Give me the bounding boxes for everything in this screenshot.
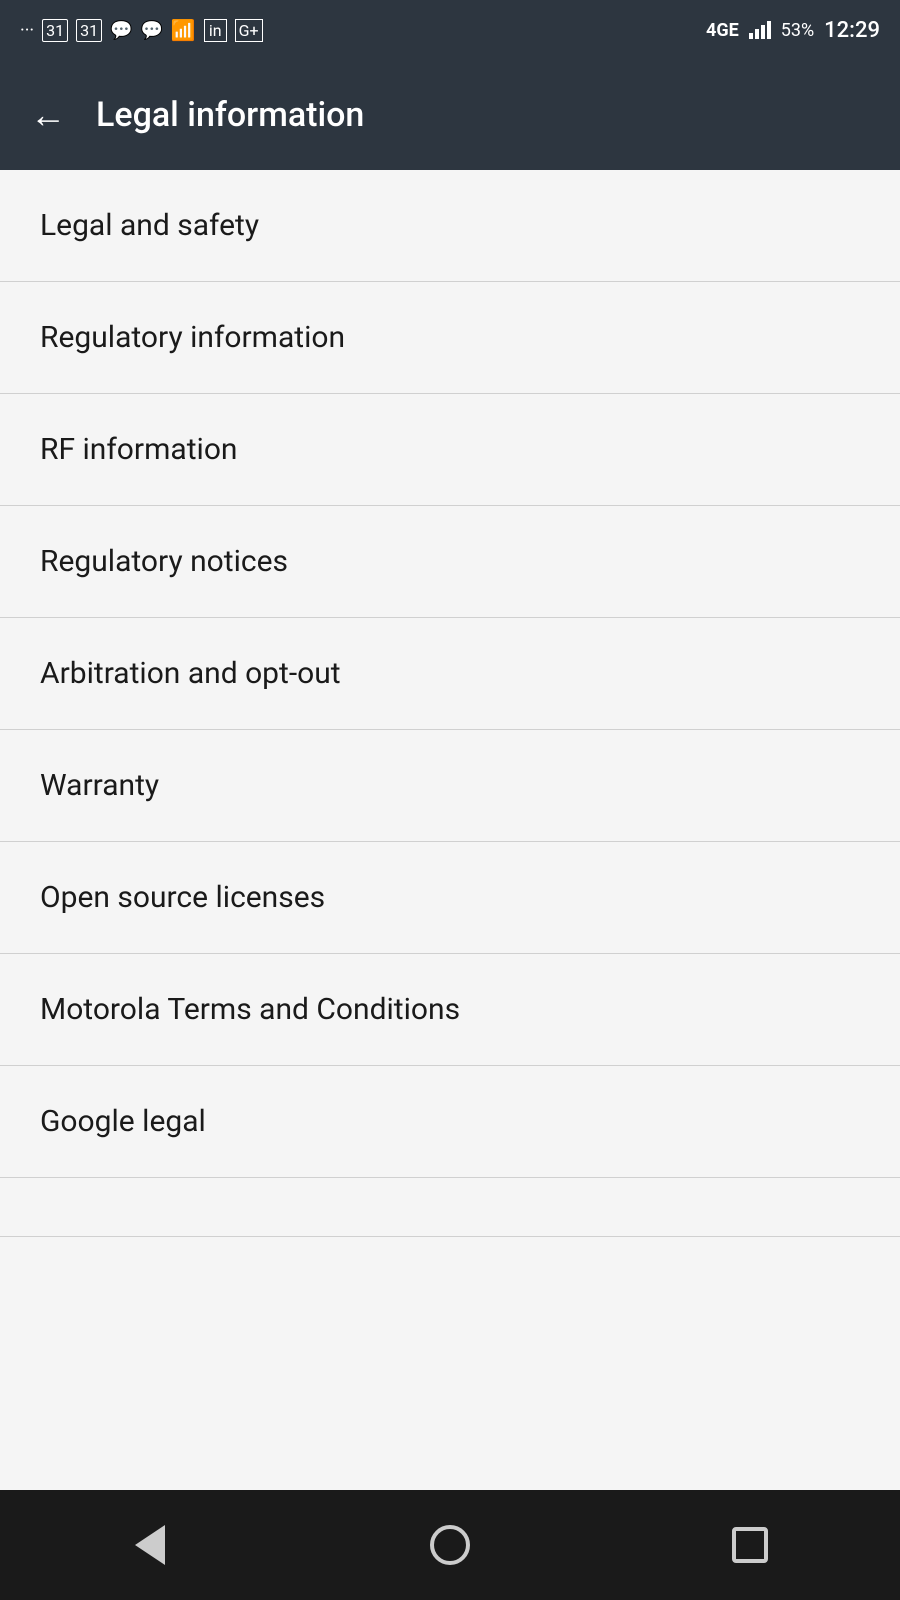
menu-item-label-regulatory-information: Regulatory information: [40, 320, 345, 355]
page-title: Legal information: [96, 95, 364, 135]
menu-item-label-google-legal: Google legal: [40, 1104, 206, 1139]
status-time: 12:29: [824, 18, 880, 43]
menu-item-label-arbitration-opt-out: Arbitration and opt-out: [40, 656, 341, 691]
menu-item-label-legal-safety: Legal and safety: [40, 208, 259, 243]
status-bar: ··· 31 31 💬 💬 📶 in G+ 4GE 53% 12:29: [0, 0, 900, 60]
network-icon: 4GE: [706, 20, 739, 41]
menu-item-regulatory-information[interactable]: Regulatory information: [0, 282, 900, 394]
wifi-icon: 📶: [171, 18, 196, 42]
nav-bar: [0, 1490, 900, 1600]
nav-back-icon: [135, 1525, 165, 1565]
nav-recents-icon: [732, 1527, 768, 1563]
dots-icon: ···: [20, 20, 34, 41]
menu-item-regulatory-notices[interactable]: Regulatory notices: [0, 506, 900, 618]
nav-home-button[interactable]: [410, 1505, 490, 1585]
menu-item-label-open-source-licenses: Open source licenses: [40, 880, 325, 915]
app-icon: G+: [235, 19, 263, 42]
signal-bars: [749, 21, 771, 39]
menu-item-rf-information[interactable]: RF information: [0, 394, 900, 506]
nav-recents-button[interactable]: [710, 1505, 790, 1585]
menu-item-label-warranty: Warranty: [40, 768, 159, 803]
menu-item-label-regulatory-notices: Regulatory notices: [40, 544, 288, 579]
menu-list: Legal and safety Regulatory information …: [0, 170, 900, 1490]
message-icon-2: 💬: [141, 20, 163, 41]
menu-item-warranty[interactable]: Warranty: [0, 730, 900, 842]
toolbar: ← Legal information: [0, 60, 900, 170]
back-arrow-icon: ←: [30, 94, 66, 136]
calendar-icon-1: 31: [42, 19, 68, 42]
menu-item-open-source-licenses[interactable]: Open source licenses: [0, 842, 900, 954]
menu-item-label-motorola-terms: Motorola Terms and Conditions: [40, 992, 460, 1027]
menu-item-label-rf-information: RF information: [40, 432, 238, 467]
nav-back-button[interactable]: [110, 1505, 190, 1585]
status-bar-right: 4GE 53% 12:29: [706, 18, 880, 43]
menu-item-partial[interactable]: [0, 1178, 900, 1237]
message-icon-1: 💬: [110, 20, 132, 41]
linkedin-icon: in: [204, 19, 227, 42]
calendar-icon-2: 31: [76, 19, 102, 42]
menu-item-arbitration-opt-out[interactable]: Arbitration and opt-out: [0, 618, 900, 730]
battery-percent: 53%: [781, 20, 814, 41]
menu-item-legal-safety[interactable]: Legal and safety: [0, 170, 900, 282]
menu-item-google-legal[interactable]: Google legal: [0, 1066, 900, 1178]
menu-item-motorola-terms[interactable]: Motorola Terms and Conditions: [0, 954, 900, 1066]
nav-home-icon: [430, 1525, 470, 1565]
status-bar-left: ··· 31 31 💬 💬 📶 in G+: [20, 18, 263, 42]
back-button[interactable]: ←: [30, 94, 66, 136]
